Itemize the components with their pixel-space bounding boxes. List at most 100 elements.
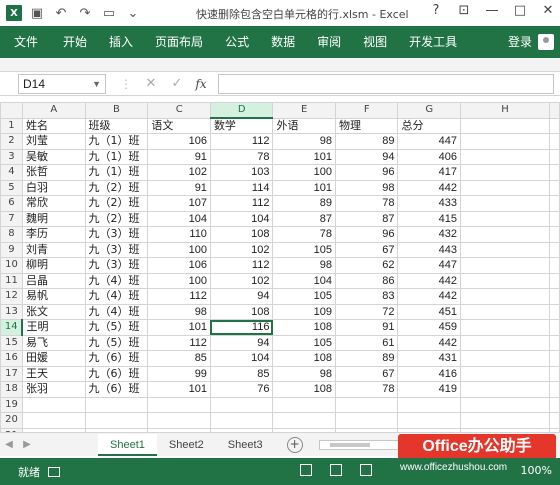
redo-icon[interactable]: ↷ <box>78 6 92 21</box>
undo-icon[interactable]: ↶ <box>54 6 68 21</box>
cell-b6[interactable]: 九（2）班 <box>84 195 149 212</box>
cell-f3[interactable]: 94 <box>334 148 399 165</box>
cell-f9[interactable]: 67 <box>334 241 399 258</box>
row-header[interactable]: 2 <box>0 133 23 150</box>
tab-scroll-right-icon[interactable]: ▶ <box>18 439 36 450</box>
cell-h1[interactable] <box>460 117 550 134</box>
row-header[interactable]: 3 <box>0 148 23 165</box>
cell-e19[interactable] <box>272 396 336 413</box>
row-header[interactable]: 5 <box>0 179 23 196</box>
add-sheet-icon[interactable]: + <box>286 436 303 453</box>
tab-data[interactable]: 数据 <box>260 26 306 58</box>
cell-c15[interactable]: 112 <box>147 334 211 351</box>
cell-a9[interactable]: 刘青 <box>21 241 86 258</box>
cell-d5[interactable]: 114 <box>209 179 274 196</box>
cell-d17[interactable]: 85 <box>209 365 274 382</box>
tab-insert[interactable]: 插入 <box>98 26 144 58</box>
cell-h10[interactable] <box>460 257 550 274</box>
cell-d4[interactable]: 103 <box>209 164 274 181</box>
cell-c5[interactable]: 91 <box>147 179 211 196</box>
cell-e13[interactable]: 109 <box>272 303 336 320</box>
cell-c9[interactable]: 100 <box>147 241 211 258</box>
cell-h6[interactable] <box>460 195 550 212</box>
cell-e2[interactable]: 98 <box>272 133 336 150</box>
cell-h4[interactable] <box>460 164 550 181</box>
cell-b14[interactable]: 九（5）班 <box>84 319 149 336</box>
cell-d7[interactable]: 104 <box>209 210 274 227</box>
cell-d19[interactable] <box>209 396 274 413</box>
cell-c12[interactable]: 112 <box>147 288 211 305</box>
cell-d16[interactable]: 104 <box>209 350 274 367</box>
tab-view[interactable]: 视图 <box>352 26 398 58</box>
cell-a19[interactable] <box>21 396 86 413</box>
cell-d18[interactable]: 76 <box>209 381 274 398</box>
tab-page-layout[interactable]: 页面布局 <box>144 26 214 58</box>
cell-e5[interactable]: 101 <box>272 179 336 196</box>
cell-a2[interactable]: 刘莹 <box>21 133 86 150</box>
sheet-tab-sheet2[interactable]: Sheet2 <box>157 434 216 456</box>
cell-e1[interactable]: 外语 <box>272 117 336 134</box>
cancel-icon[interactable]: ✕ <box>138 76 164 91</box>
cell-e4[interactable]: 100 <box>272 164 336 181</box>
cell-c8[interactable]: 110 <box>147 226 211 243</box>
cell-g13[interactable]: 451 <box>397 303 461 320</box>
cell-f5[interactable]: 98 <box>334 179 399 196</box>
cell-e9[interactable]: 105 <box>272 241 336 258</box>
cell-g5[interactable]: 442 <box>397 179 461 196</box>
column-header-h[interactable]: H <box>460 102 550 119</box>
cell-e7[interactable]: 87 <box>272 210 336 227</box>
cell-g11[interactable]: 442 <box>397 272 461 289</box>
cell-g1[interactable]: 总分 <box>397 117 461 134</box>
cell-e10[interactable]: 98 <box>272 257 336 274</box>
cell-e8[interactable]: 78 <box>272 226 336 243</box>
row-header[interactable]: 14 <box>0 319 24 336</box>
cell-c20[interactable] <box>147 412 211 429</box>
cell-h5[interactable] <box>460 179 550 196</box>
normal-view-icon[interactable] <box>300 464 312 476</box>
cell-a16[interactable]: 田媛 <box>21 350 86 367</box>
cell-f20[interactable] <box>334 412 399 429</box>
cell-b5[interactable]: 九（2）班 <box>84 179 149 196</box>
cell-h18[interactable] <box>460 381 550 398</box>
cell-c13[interactable]: 98 <box>147 303 211 320</box>
cell-b19[interactable] <box>84 396 149 413</box>
cell-h13[interactable] <box>460 303 550 320</box>
column-header-e[interactable]: E <box>272 102 336 119</box>
cell-e18[interactable]: 108 <box>272 381 336 398</box>
cell-g9[interactable]: 443 <box>397 241 461 258</box>
cell-e15[interactable]: 105 <box>272 334 336 351</box>
cell-f12[interactable]: 83 <box>334 288 399 305</box>
cell-f18[interactable]: 78 <box>334 381 399 398</box>
cell-h9[interactable] <box>460 241 550 258</box>
cell-h14[interactable] <box>460 319 550 336</box>
cell-b7[interactable]: 九（2）班 <box>84 210 149 227</box>
cell-d10[interactable]: 112 <box>209 257 274 274</box>
cell-a12[interactable]: 易帆 <box>21 288 86 305</box>
page-break-view-icon[interactable] <box>360 464 372 476</box>
cell-e6[interactable]: 89 <box>272 195 336 212</box>
cell-d20[interactable] <box>209 412 274 429</box>
row-header[interactable]: 18 <box>0 381 23 398</box>
row-header[interactable]: 15 <box>0 334 23 351</box>
cell-c6[interactable]: 107 <box>147 195 211 212</box>
cell-f6[interactable]: 78 <box>334 195 399 212</box>
cell-d15[interactable]: 94 <box>209 334 274 351</box>
cell-g7[interactable]: 415 <box>397 210 461 227</box>
tab-review[interactable]: 审阅 <box>306 26 352 58</box>
cell-e17[interactable]: 98 <box>272 365 336 382</box>
cell-h11[interactable] <box>460 272 550 289</box>
cell-d3[interactable]: 78 <box>209 148 274 165</box>
cell-g10[interactable]: 447 <box>397 257 461 274</box>
row-header[interactable]: 16 <box>0 350 23 367</box>
cell-f4[interactable]: 96 <box>334 164 399 181</box>
cell-a5[interactable]: 白羽 <box>21 179 86 196</box>
login-link[interactable]: 登录 <box>508 26 532 58</box>
cell-a10[interactable]: 柳明 <box>21 257 86 274</box>
insert-function-icon[interactable]: fx <box>190 77 212 91</box>
cell-f1[interactable]: 物理 <box>334 117 399 134</box>
row-header[interactable]: 13 <box>0 303 23 320</box>
column-header-f[interactable]: F <box>334 102 399 119</box>
row-header[interactable]: 17 <box>0 365 23 382</box>
cell-d9[interactable]: 102 <box>209 241 274 258</box>
cell-c17[interactable]: 99 <box>147 365 211 382</box>
